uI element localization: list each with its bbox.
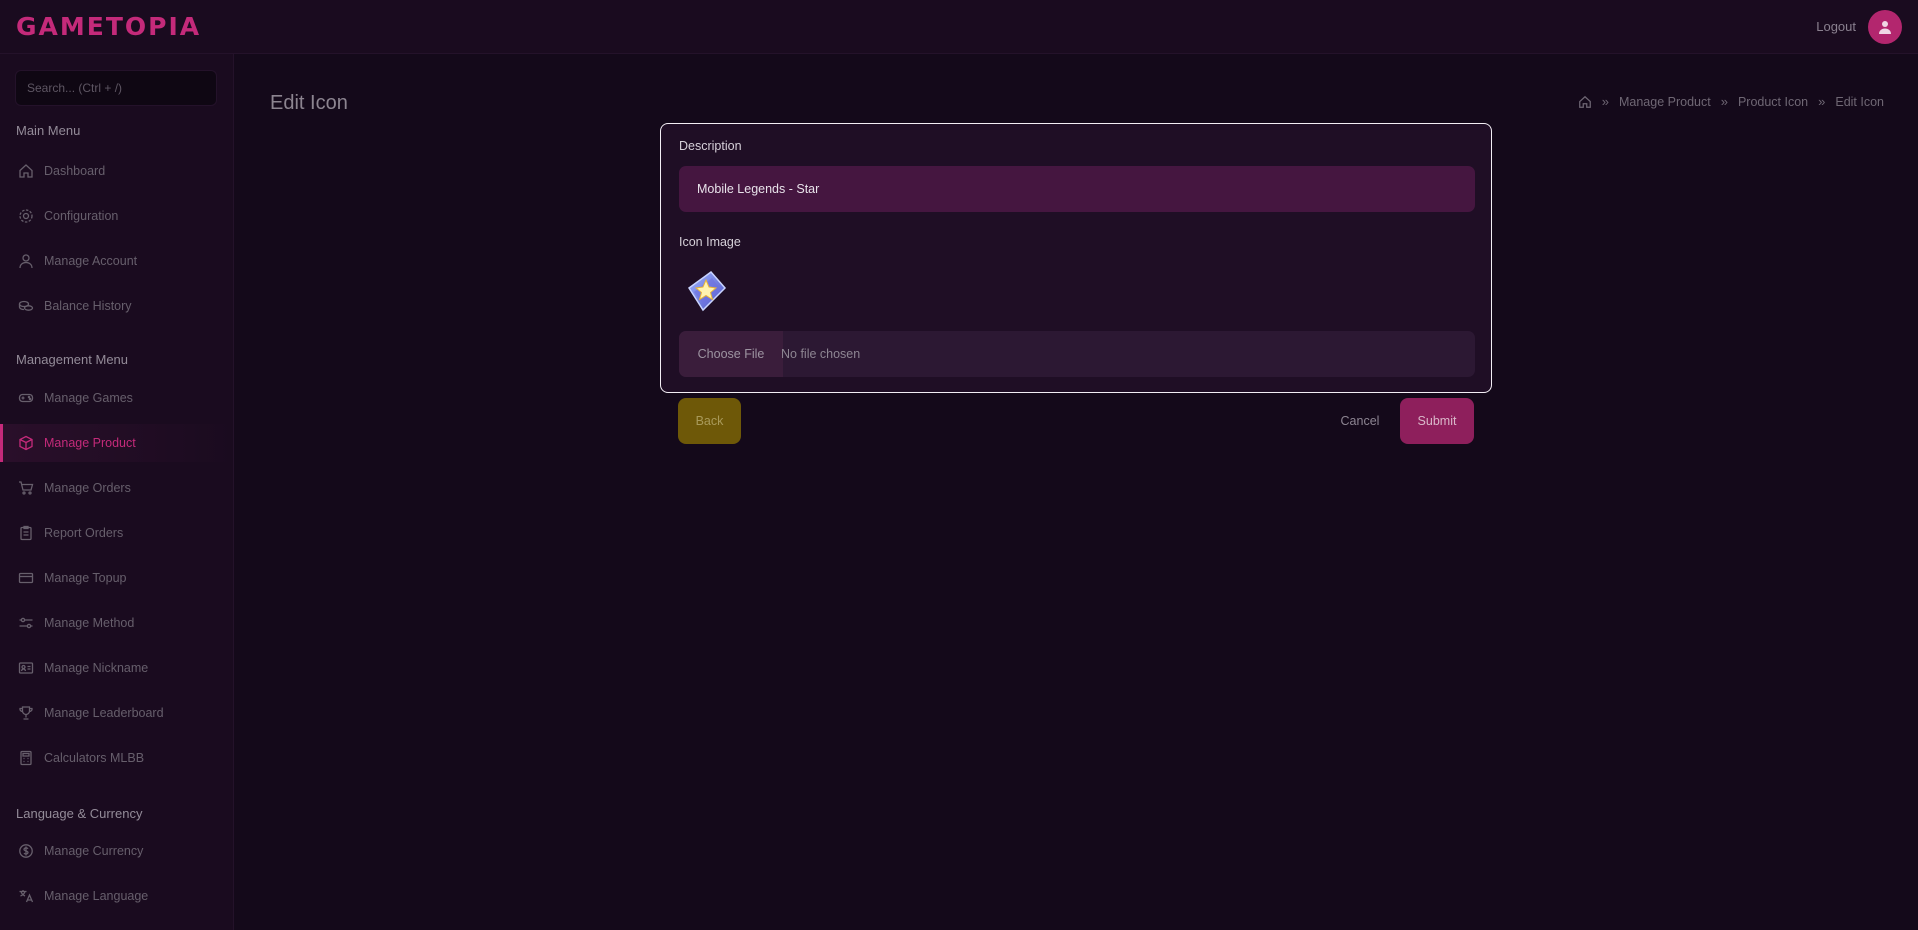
language-currency-heading: Language & Currency — [16, 806, 143, 821]
sidebar-item-label: Report Orders — [44, 526, 124, 540]
choose-file-button[interactable]: Choose File — [679, 331, 783, 377]
sidebar-item-label: Balance History — [44, 299, 132, 313]
chevron-double-right-icon: » — [1818, 94, 1826, 109]
trophy-icon — [18, 705, 34, 721]
page-title: Edit Icon — [270, 92, 348, 114]
coins-icon — [18, 298, 34, 314]
chevron-double-right-icon: » — [1720, 94, 1728, 109]
management-menu-heading: Management Menu — [16, 352, 129, 367]
back-button[interactable]: Back — [678, 398, 741, 444]
sidebar-item-manage-leaderboard[interactable]: Manage Leaderboard — [0, 694, 233, 732]
submit-button[interactable]: Submit — [1400, 398, 1474, 444]
sidebar-item-label: Dashboard — [44, 164, 106, 178]
top-bar: GAMETOPIA Logout — [0, 0, 1918, 54]
sidebar-item-report-orders[interactable]: Report Orders — [0, 514, 233, 552]
search-input[interactable] — [15, 70, 217, 106]
top-right-actions: Logout — [1816, 9, 1902, 44]
sidebar-item-balance-history[interactable]: Balance History — [0, 287, 233, 325]
sidebar: Main Menu Dashboard Configuration Manage… — [0, 54, 234, 930]
user-icon — [1879, 20, 1891, 34]
sidebar-item-label: Manage Games — [44, 391, 133, 405]
sidebar-item-dashboard[interactable]: Dashboard — [0, 152, 233, 190]
user-icon — [18, 253, 34, 269]
card-icon — [18, 570, 34, 586]
sidebar-item-label: Calculators MLBB — [44, 751, 145, 765]
dollar-circle-icon — [18, 843, 34, 859]
chevron-double-right-icon: » — [1601, 94, 1609, 109]
sidebar-item-manage-games[interactable]: Manage Games — [0, 379, 233, 417]
no-file-text: No file chosen — [781, 347, 861, 361]
box-icon — [18, 435, 34, 451]
sidebar-item-label: Manage Currency — [44, 844, 144, 858]
breadcrumb-manage-product[interactable]: Manage Product — [1619, 95, 1711, 109]
sidebar-item-manage-nickname[interactable]: Manage Nickname — [0, 649, 233, 687]
description-label: Description — [679, 139, 742, 153]
home-icon — [18, 163, 34, 179]
id-card-icon — [18, 660, 34, 676]
sidebar-item-manage-currency[interactable]: Manage Currency — [0, 832, 233, 870]
home-icon[interactable] — [1578, 95, 1592, 109]
calculator-icon — [18, 750, 34, 766]
clipboard-icon — [18, 525, 34, 541]
sidebar-item-label: Manage Language — [44, 889, 149, 903]
cart-icon — [18, 480, 34, 496]
app-logo[interactable]: GAMETOPIA — [16, 12, 201, 41]
sidebar-item-manage-account[interactable]: Manage Account — [0, 242, 233, 280]
cancel-button[interactable]: Cancel — [1330, 398, 1390, 444]
sidebar-item-label: Manage Orders — [44, 481, 131, 495]
sidebar-item-manage-product[interactable]: Manage Product — [0, 424, 233, 462]
gear-icon — [18, 208, 34, 224]
edit-icon-form: Description Icon Image Choose File No fi… — [660, 123, 1492, 393]
breadcrumb-product-icon[interactable]: Product Icon — [1738, 95, 1808, 109]
sidebar-item-configuration[interactable]: Configuration — [0, 197, 233, 235]
sidebar-item-manage-topup[interactable]: Manage Topup — [0, 559, 233, 597]
sidebar-item-label: Manage Nickname — [44, 661, 149, 675]
sidebar-item-manage-orders[interactable]: Manage Orders — [0, 469, 233, 507]
sidebar-item-calculators-mlbb[interactable]: Calculators MLBB — [0, 739, 233, 777]
sidebar-item-label: Manage Leaderboard — [44, 706, 164, 720]
sidebar-item-label: Configuration — [44, 209, 119, 223]
breadcrumb: » Manage Product » Product Icon » Edit I… — [1578, 94, 1884, 109]
sidebar-item-label: Manage Method — [44, 616, 135, 630]
gamepad-icon — [18, 390, 34, 406]
breadcrumb-edit-icon: Edit Icon — [1835, 94, 1884, 109]
avatar[interactable] — [1868, 9, 1902, 44]
sliders-icon — [18, 615, 34, 631]
description-input[interactable] — [679, 166, 1475, 212]
sidebar-item-label: Manage Topup — [44, 571, 127, 585]
translate-icon — [18, 888, 34, 904]
sidebar-item-manage-language[interactable]: Manage Language — [0, 877, 233, 915]
logout-link[interactable]: Logout — [1816, 19, 1856, 34]
sidebar-item-label: Manage Account — [44, 254, 138, 268]
file-input[interactable]: Choose File No file chosen — [679, 331, 1475, 377]
main-menu-heading: Main Menu — [16, 123, 81, 138]
icon-image-label: Icon Image — [679, 235, 741, 249]
sidebar-item-manage-method[interactable]: Manage Method — [0, 604, 233, 642]
star-ticket-icon — [681, 266, 731, 316]
sidebar-item-label: Manage Product — [44, 436, 136, 450]
